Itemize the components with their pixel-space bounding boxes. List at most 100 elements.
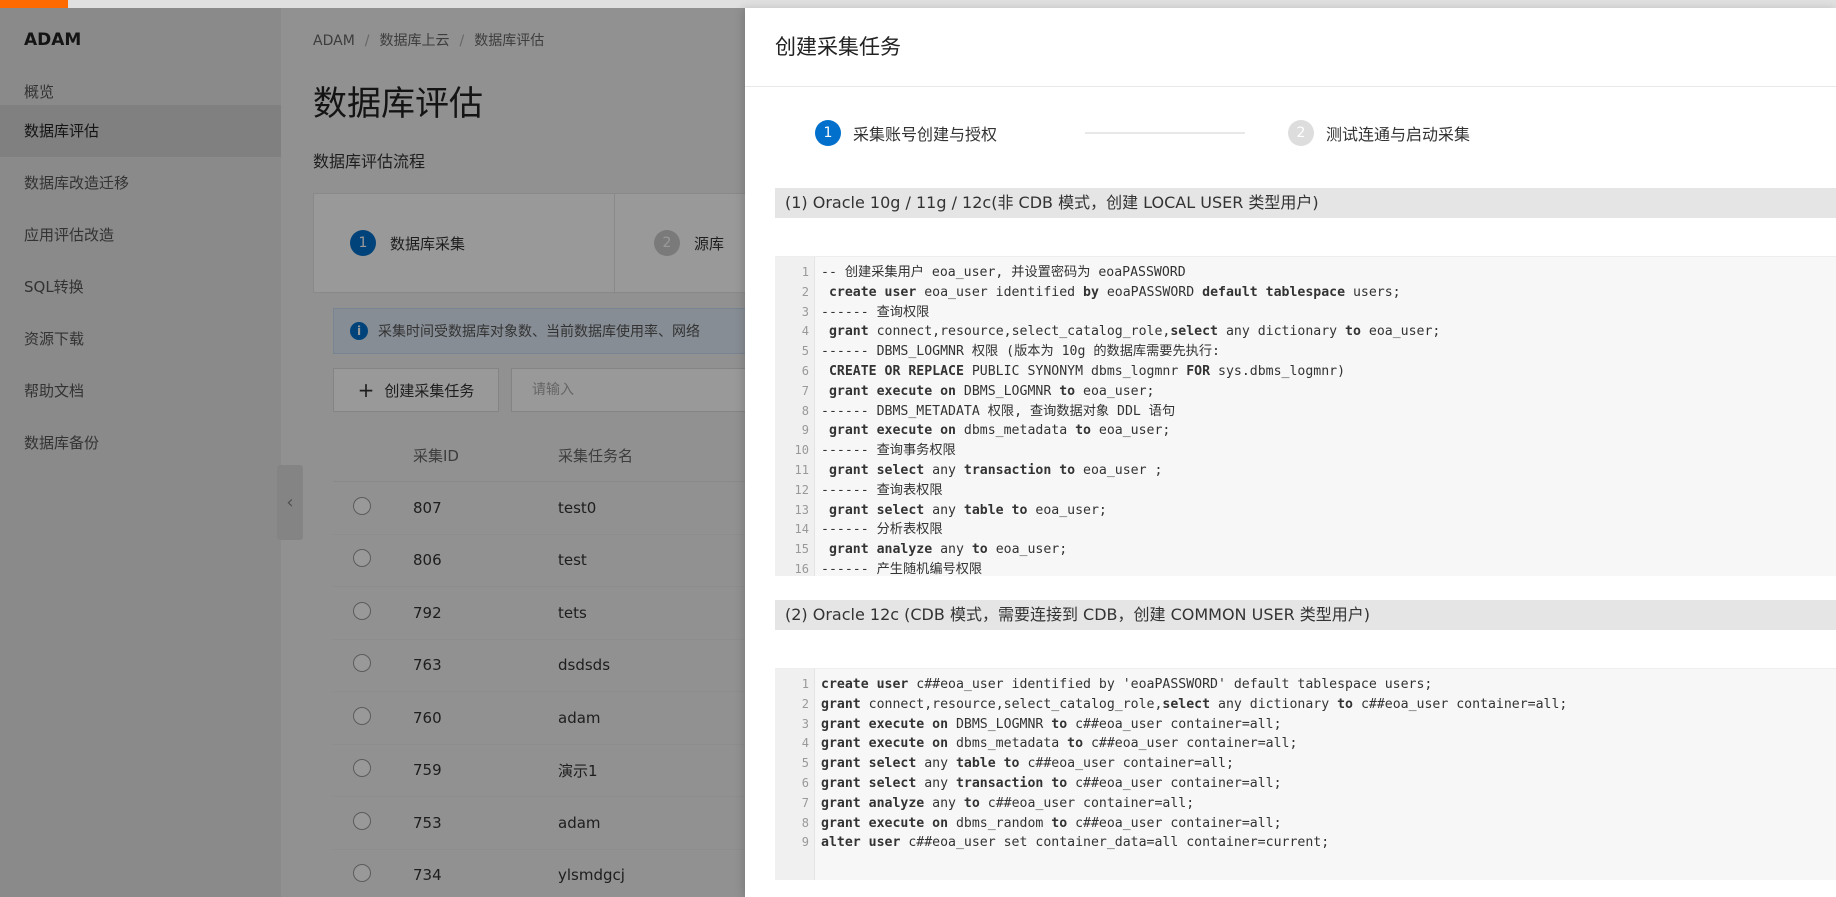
- code-token: dbms_metadata: [955, 423, 1076, 439]
- drawer-header: 创建采集任务: [745, 8, 1836, 87]
- code-token: grant select: [821, 502, 925, 518]
- code-token: grant execute on: [821, 383, 956, 399]
- code-token: transaction to: [963, 462, 1076, 478]
- code-token: grant: [821, 696, 861, 712]
- code-line: 12 ------ 查询表权限: [775, 481, 1836, 501]
- line-number: 13: [794, 502, 809, 517]
- code-token: c##eoa_user container=all;: [1083, 736, 1298, 752]
- line-number: 7: [801, 383, 809, 398]
- code-token: grant execute on: [821, 736, 949, 752]
- code-token: connect: [860, 696, 925, 712]
- code-token: any: [916, 756, 956, 772]
- code-block-common-user[interactable]: 1 create user c##eoa_user identified by '…: [775, 668, 1836, 880]
- code-token: PUBLIC SYNONYM dbms_logmnr: [963, 363, 1187, 379]
- section-header-common-user: (2) Oracle 12c (CDB 模式，需要连接到 CDB，创建 COMM…: [775, 600, 1836, 630]
- code-token: any: [916, 775, 956, 791]
- code-token: eoa_user;: [1027, 502, 1107, 518]
- code-line: 4 grant connect,resource,select_catalog_…: [775, 322, 1836, 342]
- line-number: 5: [801, 756, 809, 771]
- code-token: to: [1337, 696, 1353, 712]
- code-token: dbms_metadata: [948, 736, 1068, 752]
- code-line: 7 grant execute on DBMS_LOGMNR to eoa_us…: [775, 382, 1836, 402]
- code-line: 5 ------ DBMS_LOGMNR 权限 (版本为 10g 的数据库需要先执…: [775, 342, 1836, 362]
- code-token: grant select: [821, 775, 917, 791]
- code-token: c##eoa_user container=all;: [1067, 815, 1282, 831]
- code-token: transaction to: [955, 775, 1068, 791]
- code-token: create user: [821, 677, 909, 692]
- create-task-drawer: 创建采集任务 1 采集账号创建与授权 2 测试连通与启动采集 (1) Oracl…: [745, 8, 1836, 897]
- code-token: default tablespace: [1202, 284, 1346, 300]
- code-token: grant analyze: [821, 542, 933, 558]
- line-number: 2: [801, 696, 809, 711]
- code-token: grant execute on: [821, 815, 949, 831]
- line-number: 8: [801, 815, 809, 830]
- code-line: 3 grant execute on DBMS_LOGMNR to c##eoa_…: [775, 715, 1836, 735]
- drawer-title: 创建采集任务: [775, 35, 901, 59]
- code-token: to: [1075, 423, 1091, 439]
- code-token: select: [1162, 696, 1211, 712]
- line-number: 12: [794, 482, 809, 497]
- code-token: c##eoa_user container=all;: [1067, 775, 1282, 791]
- step-number: 2: [1288, 120, 1314, 146]
- code-line: 11 grant select any transaction to eoa_u…: [775, 461, 1836, 481]
- code-line: 4 grant execute on dbms_metadata to c##eo…: [775, 734, 1836, 754]
- code-token: users;: [1345, 284, 1401, 300]
- code-token: sys.: [1210, 363, 1250, 379]
- brand-accent: [0, 0, 68, 8]
- code-line: 7 grant analyze any to c##eoa_user contai…: [775, 794, 1836, 814]
- code-token: eoaPASSWORD: [1098, 284, 1203, 300]
- line-number: 4: [801, 324, 809, 339]
- code-line: 2 create user eoa_user identified by eoa…: [775, 283, 1836, 303]
- code-token: dbms_logmnr: [1249, 363, 1338, 379]
- code-token: ,resource,select_catalog_role,: [924, 696, 1163, 712]
- code-token: eoa_user identified: [916, 284, 1084, 300]
- wizard-step-2[interactable]: 2 测试连通与启动采集: [1288, 120, 1470, 146]
- code-token: any: [924, 795, 964, 811]
- code-token: c##eoa_user container=all;: [1353, 696, 1568, 712]
- code-token: grant: [821, 324, 869, 340]
- code-token: any dictionary: [1218, 324, 1346, 340]
- code-line: 9 grant execute on dbms_metadata to eoa_…: [775, 421, 1836, 441]
- line-number: 3: [801, 304, 809, 319]
- code-token: ------ DBMS_LOGMNR 权限 (版本为 10g 的数据库需要先执行…: [821, 344, 1220, 360]
- line-number: 10: [794, 443, 809, 458]
- code-token: to: [963, 795, 980, 811]
- code-token: table to: [963, 502, 1028, 518]
- code-token: to: [971, 542, 988, 558]
- code-line: 8 ------ DBMS_METADATA 权限, 查询数据对象 DDL 语句: [775, 402, 1836, 422]
- wizard-step-1[interactable]: 1 采集账号创建与授权: [815, 120, 997, 146]
- code-token: eoa_user;: [1360, 324, 1441, 340]
- line-number: 4: [801, 736, 809, 751]
- code-token: grant select: [821, 756, 917, 772]
- code-token: FOR: [1186, 363, 1211, 379]
- line-number: 1: [801, 677, 809, 691]
- code-token: to: [1051, 716, 1068, 732]
- code-token: any dictionary: [1210, 696, 1338, 712]
- code-token: dbms_random: [948, 815, 1052, 831]
- code-token: c##eoa_user container=all;: [1019, 756, 1234, 772]
- code-token: to: [1345, 324, 1361, 340]
- line-number: 1: [801, 265, 809, 279]
- line-number: 15: [794, 542, 809, 557]
- section-header-local-user: (1) Oracle 10g / 11g / 12c(非 CDB 模式，创建 L…: [775, 188, 1836, 218]
- code-line: 3 ------ 查询权限: [775, 303, 1836, 323]
- code-token: any: [924, 502, 964, 518]
- code-block-local-user[interactable]: 1 -- 创建采集用户 eoa_user, 并设置密码为 eoaPASSWORD 2…: [775, 256, 1836, 576]
- code-token: eoa_user;: [987, 542, 1068, 558]
- code-token: grant execute on: [821, 423, 956, 439]
- code-token: c##eoa_user container=all;: [1067, 716, 1282, 732]
- line-number: 16: [794, 561, 809, 576]
- line-number: 14: [794, 522, 809, 537]
- modal-backdrop[interactable]: [0, 8, 745, 897]
- code-line: 15 grant analyze any to eoa_user;: [775, 540, 1836, 560]
- step-number: 1: [815, 120, 841, 146]
- code-token: ------ 查询事务权限: [821, 443, 956, 459]
- code-line: 8 grant execute on dbms_random to c##eoa_…: [775, 814, 1836, 834]
- code-line: 6 grant select any transaction to c##eoa_…: [775, 774, 1836, 794]
- step-connector: [1085, 132, 1245, 134]
- code-line: 5 grant select any table to c##eoa_user c…: [775, 754, 1836, 774]
- line-number: 9: [801, 835, 809, 850]
- code-token: ------ 查询表权限: [821, 482, 943, 498]
- line-number: 11: [794, 462, 809, 477]
- code-line: 1 create user c##eoa_user identified by '…: [775, 675, 1836, 695]
